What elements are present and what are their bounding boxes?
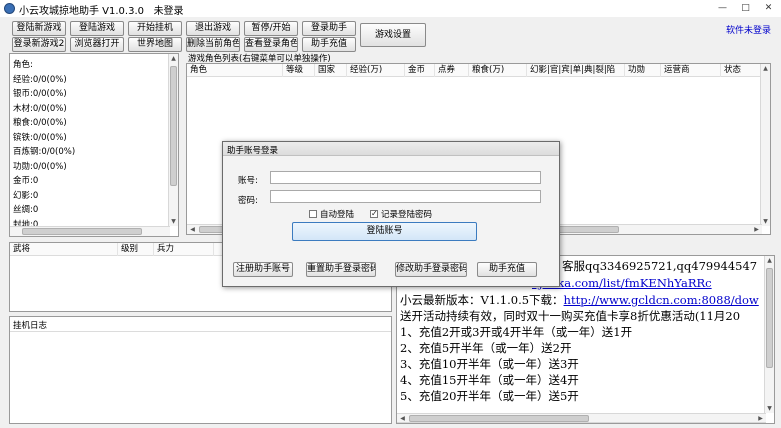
- start-idle-button[interactable]: 开始挂机: [128, 21, 182, 36]
- maximize-icon[interactable]: □: [734, 0, 757, 17]
- role-list-vscrollbar[interactable]: ▲ ▼: [760, 64, 770, 226]
- col-role[interactable]: 角色: [187, 64, 283, 77]
- login-new-game-2-button[interactable]: 登录新游戏2: [12, 37, 66, 52]
- app-icon: [4, 3, 15, 14]
- announcement-line: 4、充值15开半年（或一年）送4开: [400, 373, 579, 387]
- remember-password-label: 记录登陆密码: [381, 210, 433, 220]
- announcement-vscrollbar[interactable]: ▲ ▼: [764, 256, 774, 413]
- announcement-version: 小云最新版本：V1.1.0.5下载：http://www.gcldcn.com:…: [400, 293, 759, 307]
- download-link[interactable]: http://www.gcldcn.com:8088/dow: [564, 293, 759, 307]
- login-game-button[interactable]: 登陆游戏: [70, 21, 124, 36]
- open-browser-button[interactable]: 浏览器打开: [70, 37, 124, 52]
- pause-start-button[interactable]: 暂停/开始: [244, 21, 298, 36]
- stat-phantom: 幻影:0: [13, 190, 39, 201]
- window-controls: — □ ✕: [711, 0, 781, 17]
- stats-hscrollbar[interactable]: [10, 226, 170, 236]
- stat-exp: 经验:0/0(0%): [13, 74, 67, 85]
- login-dialog: 助手账号登录 账号: 密码: 自动登陆 ✓ 记录登陆密码 登陆账号 注册助手账号…: [222, 141, 560, 287]
- stat-silk: 丝绸:0: [13, 205, 39, 215]
- login-assistant-button[interactable]: 登录助手: [302, 21, 356, 36]
- game-settings-button[interactable]: 游戏设置: [360, 23, 426, 47]
- col-status[interactable]: 状态: [721, 64, 762, 77]
- stats-vscroll-thumb[interactable]: [170, 66, 177, 186]
- log-title: 挂机日志: [13, 321, 48, 331]
- col-grain[interactable]: 粮食(万): [469, 64, 527, 77]
- stat-grain: 粮食:0/0(0%): [13, 118, 67, 128]
- window-title: 小云攻城掠地助手 V1.0.3.0 未登录: [19, 6, 184, 17]
- checkmark-icon: ✓: [371, 209, 378, 218]
- login-status: 未登录: [153, 6, 184, 17]
- minimize-icon[interactable]: —: [711, 0, 734, 17]
- stat-merit: 功勋:0/0(0%): [13, 161, 67, 172]
- stat-role: 角色:: [13, 60, 33, 70]
- col-country[interactable]: 国家: [315, 64, 347, 77]
- announcement-vscroll-thumb[interactable]: [766, 268, 773, 368]
- dialog-recharge-button[interactable]: 助手充值: [477, 262, 537, 277]
- world-map-button[interactable]: 世界地图: [128, 37, 182, 52]
- stats-vscrollbar[interactable]: ▲ ▼: [168, 54, 178, 226]
- announcement-hscroll-thumb[interactable]: [409, 415, 589, 422]
- col-phantom[interactable]: 幻影|官|宾|单|典|裂|陷: [527, 64, 625, 77]
- auto-login-label: 自动登陆: [320, 210, 355, 220]
- title-bar: 小云攻城掠地助手 V1.0.3.0 未登录 — □ ✕: [0, 0, 781, 17]
- col-merit[interactable]: 功勋: [625, 64, 661, 77]
- login-new-game-button[interactable]: 登陆新游戏: [12, 21, 66, 36]
- delete-role-button[interactable]: 删除当前角色: [186, 37, 240, 52]
- announcement-hscrollbar[interactable]: ◀ ▶: [397, 413, 766, 423]
- stat-silver: 银币:0/0(0%): [13, 89, 67, 99]
- stat-iron: 镔铁:0/0(0%): [13, 132, 67, 143]
- col-operator[interactable]: 运营商: [661, 64, 721, 77]
- close-icon[interactable]: ✕: [757, 0, 780, 17]
- col-level[interactable]: 等级: [283, 64, 315, 77]
- dialog-title: 助手账号登录: [227, 146, 279, 156]
- col-gold[interactable]: 金币: [405, 64, 435, 77]
- account-input[interactable]: [270, 171, 541, 184]
- register-button[interactable]: 注册助手账号: [233, 262, 293, 277]
- exit-game-button[interactable]: 退出游戏: [186, 21, 240, 36]
- col-troops[interactable]: 兵力: [154, 243, 214, 256]
- announcement-line: 2、充值5开半年（或一年）送2开: [400, 341, 572, 355]
- stats-hscroll-thumb[interactable]: [22, 228, 142, 235]
- stats-panel: 角色: 经验:0/0(0%) 银币:0/0(0%) 木材:0/0(0%) 粮食:…: [9, 53, 179, 237]
- view-login-role-button[interactable]: 查看登录角色: [244, 37, 298, 52]
- announcement-line: 5、充值20开半年（或一年）送5开: [400, 389, 579, 403]
- stat-wood: 木材:0/0(0%): [13, 103, 67, 114]
- col-voucher[interactable]: 点券: [435, 64, 469, 77]
- announcement-qq: 客服qq3346925721,qq479944547: [562, 259, 758, 273]
- recharge-button[interactable]: 助手充值: [302, 37, 356, 52]
- auto-login-checkbox[interactable]: [309, 210, 317, 218]
- col-general[interactable]: 武将: [10, 243, 118, 256]
- announcement-line: 1、充值2开或3开或4开半年（或一年）送1开: [400, 325, 633, 339]
- stat-steel: 百炼钢:0/0(0%): [13, 147, 76, 157]
- password-label: 密码:: [238, 196, 258, 206]
- login-account-button[interactable]: 登陆账号: [292, 222, 477, 241]
- announcement-line: 3、充值10开半年（或一年）送3开: [400, 357, 579, 371]
- log-panel: 挂机日志: [9, 316, 392, 424]
- col-rank[interactable]: 级别: [118, 243, 154, 256]
- dialog-titlebar: 助手账号登录: [223, 142, 559, 156]
- stat-gold: 金币:0: [13, 176, 39, 186]
- change-password-button[interactable]: 修改助手登录密码: [395, 262, 467, 277]
- announcement-line: 送开活动持续有效，同时双十一购买充值卡享8折优惠活动(11月20: [400, 309, 741, 323]
- col-exp[interactable]: 经验(万): [347, 64, 405, 77]
- reset-password-button[interactable]: 重置助手登录密码: [306, 262, 376, 277]
- remember-password-checkbox[interactable]: ✓: [370, 209, 378, 218]
- role-list-header: 角色 等级 国家 经验(万) 金币 点券 粮食(万) 幻影|官|宾|单|典|裂|…: [187, 64, 762, 77]
- software-login-link[interactable]: 软件未登录: [726, 23, 771, 36]
- account-label: 账号:: [238, 176, 258, 186]
- password-input[interactable]: [270, 190, 541, 203]
